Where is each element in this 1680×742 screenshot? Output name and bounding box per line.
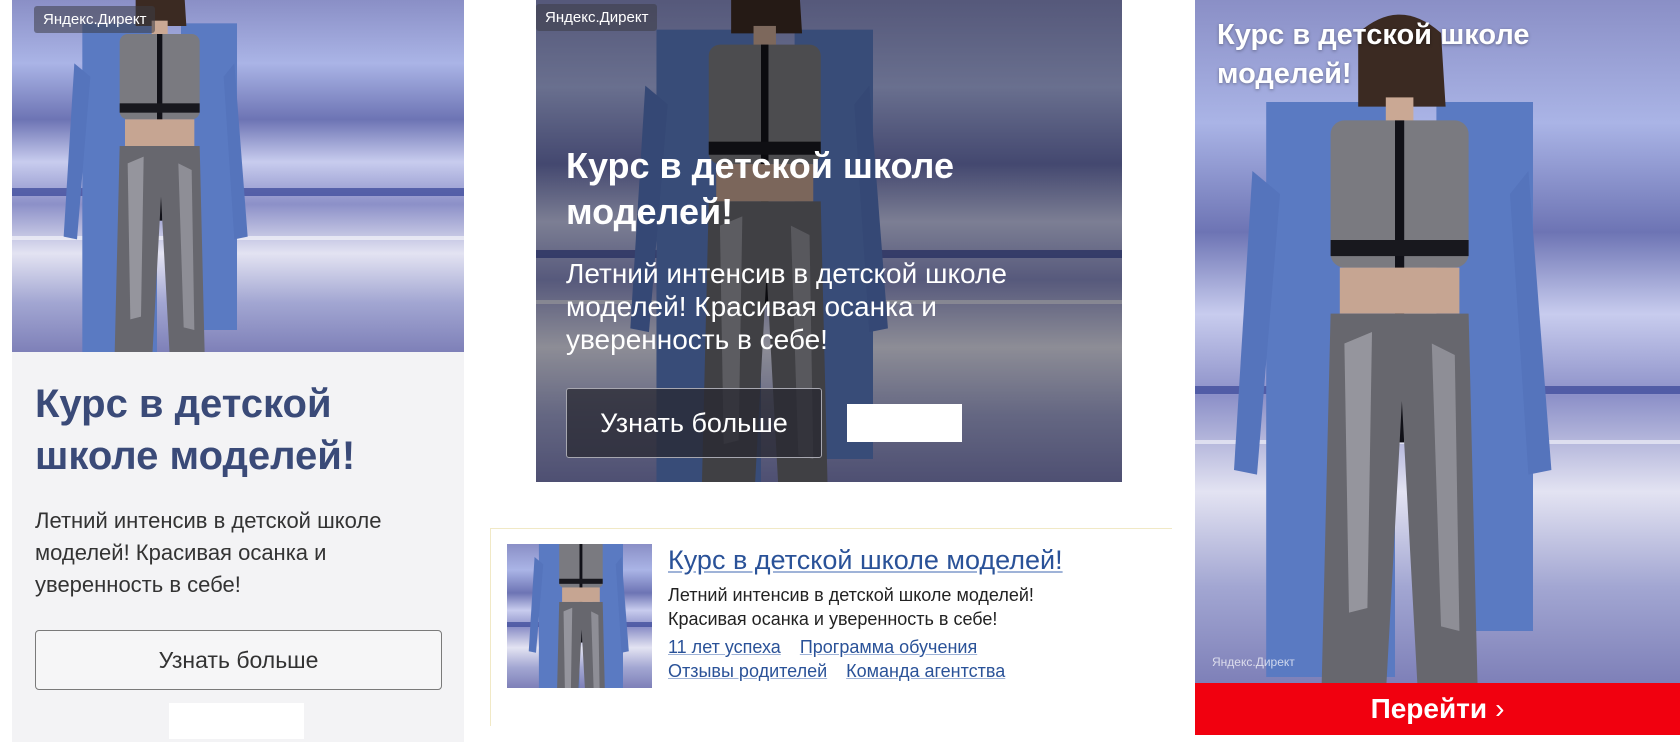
yandex-direct-badge: Яндекс.Директ [34,6,156,33]
model-figure [528,544,629,688]
ad-title[interactable]: Курс в детской школе моделей! [566,143,1016,235]
ad-vertical[interactable]: Яндекс.Директ Курс в детской школе модел… [12,0,464,742]
yandex-direct-badge: Яндекс.Директ [536,4,658,31]
sitelinks: 11 лет успеха Программа обучения Отзывы р… [668,635,1024,683]
blank-placeholder [847,404,962,442]
model-figure [63,0,248,352]
blank-placeholder [169,703,304,739]
sitelink-program[interactable]: Программа обучения [800,637,977,657]
ad-title-link[interactable]: Курс в детской школе моделей! [668,543,1063,577]
chevron-right-icon: › [1495,693,1505,724]
sitelink-reviews[interactable]: Отзывы родителей [668,661,827,681]
ad-text: Летний интенсив в детской школе моделей!… [35,508,382,597]
ad-text: Летний интенсив в детской школе моделей!… [668,585,1034,629]
yandex-direct-badge: Яндекс.Директ [1212,655,1295,669]
ad-title[interactable]: Курс в детской школе моделей! [35,378,435,482]
sitelink-team[interactable]: Команда агентства [846,661,1005,681]
learn-more-button[interactable]: Узнать больше [566,388,822,458]
ad-tall[interactable]: Курс в детской школе моделей! Яндекс.Дир… [1195,0,1680,735]
go-button-label: Перейти [1370,693,1488,724]
go-button[interactable]: Перейти › [1195,683,1680,735]
ad-overlay[interactable]: Яндекс.Директ Курс в детской школе модел… [536,0,1122,482]
model-figure [1234,14,1552,683]
ad-vertical-photo[interactable] [12,0,464,352]
ad-text-block[interactable]: Курс в детской школе моделей! Летний инт… [490,528,1172,726]
ad-text: Летний интенсив в детской школе моделей!… [566,258,1007,355]
ad-title[interactable]: Курс в детской школе моделей! [1217,16,1597,94]
learn-more-button[interactable]: Узнать больше [35,630,442,690]
ad-thumbnail[interactable] [507,544,652,688]
sitelink-success[interactable]: 11 лет успеха [668,637,781,657]
ad-tall-photo[interactable] [1195,0,1680,683]
